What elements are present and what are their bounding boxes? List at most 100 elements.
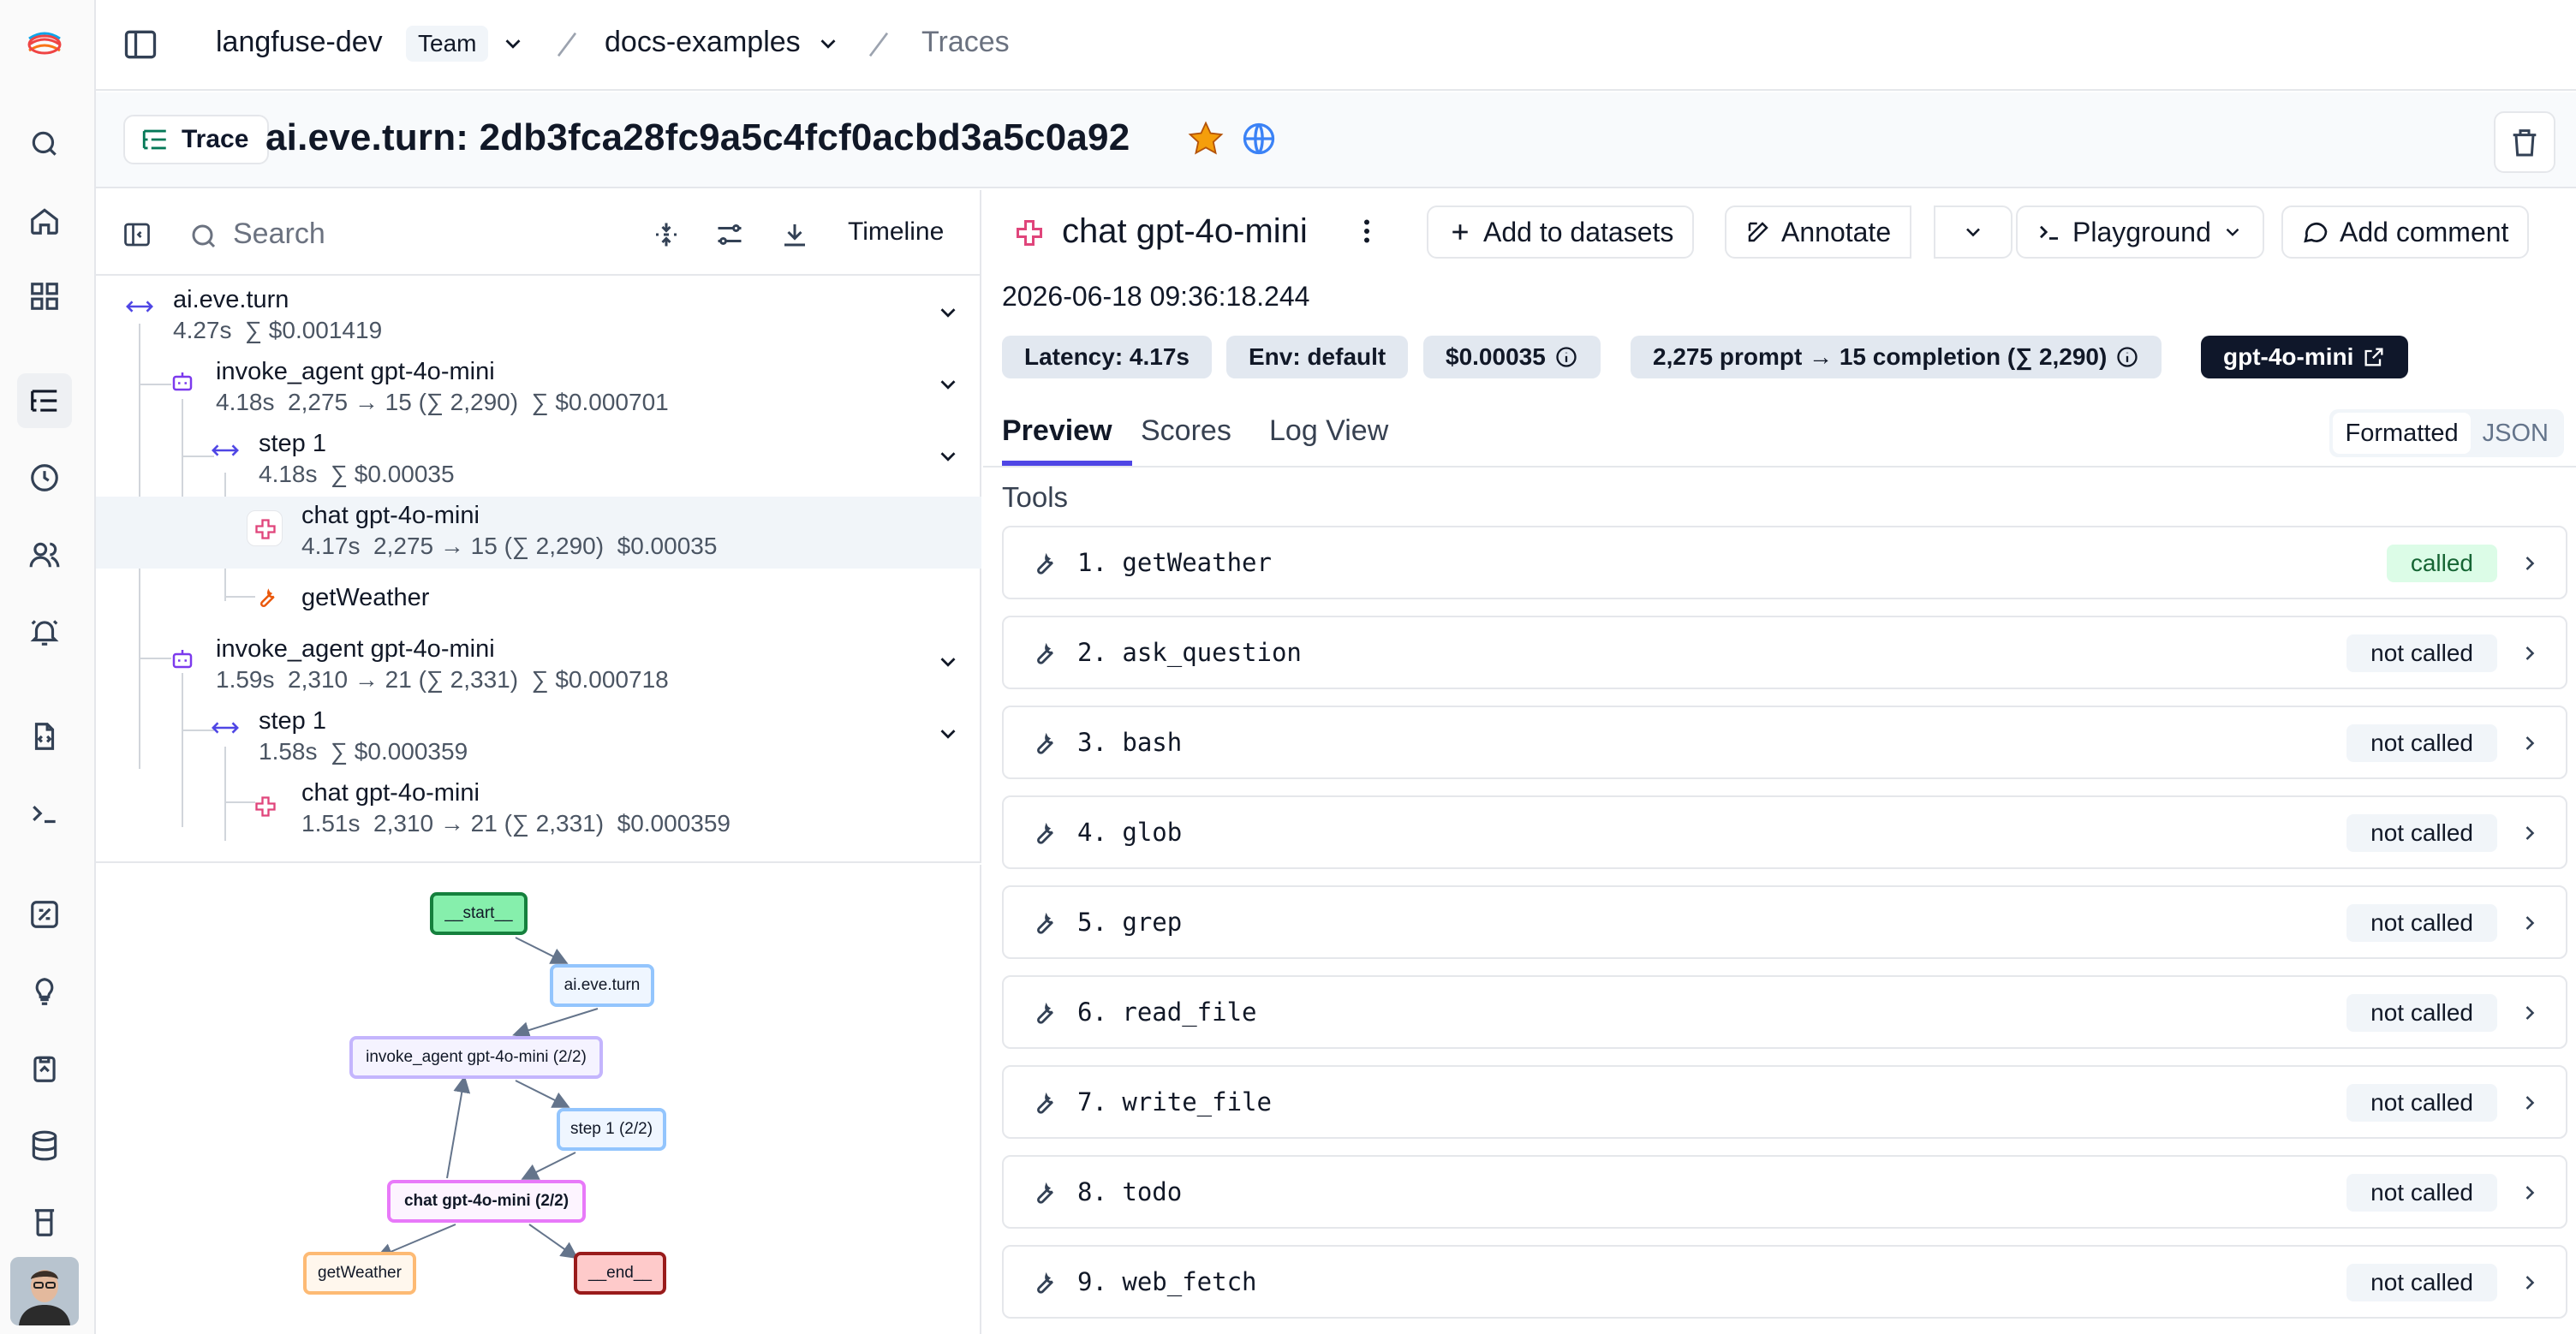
trace-tree-panel: Search Timeline ai.eve.turn 4.27s ∑ $0.0… — [96, 190, 981, 863]
observation-title: chat gpt-4o-mini — [1062, 212, 1308, 250]
tree-node-meta: 1.59s 2,310 → 21 (∑ 2,331) ∑ $0.000718 — [216, 666, 669, 693]
tree-node-name: step 1 — [259, 707, 326, 735]
tree-search-input[interactable]: Search — [233, 217, 325, 251]
download-icon[interactable] — [779, 219, 810, 250]
datasets-database-icon[interactable] — [17, 1118, 72, 1173]
tree-node-step[interactable]: step 1 1.58s ∑ $0.000359 — [96, 702, 981, 774]
globe-public-icon[interactable] — [1240, 120, 1278, 158]
latency-value: Latency: 4.17s — [1024, 343, 1190, 370]
more-vertical-icon[interactable] — [1351, 216, 1382, 247]
star-icon[interactable] — [1187, 120, 1225, 158]
chevron-right-icon[interactable] — [2518, 641, 2542, 665]
chevron-right-icon[interactable] — [2518, 911, 2542, 935]
tracing-icon[interactable] — [17, 373, 72, 428]
active-tab-indicator — [1002, 461, 1132, 466]
graph-node-end[interactable]: __end__ — [574, 1252, 666, 1295]
tree-node-name: chat gpt-4o-mini — [301, 779, 480, 807]
tree-node-meta: 4.18s 2,275 → 15 (∑ 2,290) ∑ $0.000701 — [216, 389, 669, 415]
annotation-clipboard-icon[interactable] — [17, 1041, 72, 1096]
playground-label: Playground — [2072, 216, 2211, 247]
chevron-right-icon[interactable] — [2518, 1001, 2542, 1025]
breadcrumb-page[interactable]: Traces — [921, 26, 1010, 59]
collapse-all-icon[interactable] — [651, 219, 682, 250]
cost-badge[interactable]: $0.00035 — [1423, 336, 1601, 378]
graph-node-chat[interactable]: chat gpt-4o-mini (2/2) — [387, 1180, 586, 1223]
model-badge[interactable]: gpt-4o-mini — [2201, 336, 2409, 378]
tools-section-label: Tools — [1002, 481, 1069, 513]
tree-node-step[interactable]: step 1 4.18s ∑ $0.00035 — [96, 425, 981, 497]
add-comment-button[interactable]: Add comment — [2281, 205, 2530, 259]
annotate-dropdown-button[interactable] — [1934, 205, 2012, 259]
team-badge: Team — [406, 26, 489, 62]
chevron-right-icon[interactable] — [2518, 1091, 2542, 1115]
experiments-beaker-icon[interactable] — [17, 1195, 72, 1250]
dashboards-icon[interactable] — [17, 269, 72, 324]
tool-row[interactable]: 7. write_file not called — [1002, 1065, 2567, 1139]
tree-node-agent[interactable]: invoke_agent gpt-4o-mini 4.18s 2,275 → 1… — [96, 353, 981, 425]
wrench-icon — [1029, 1267, 1058, 1296]
view-formatted-option[interactable]: Formatted — [2333, 413, 2471, 454]
tree-node-meta: 1.58s ∑ $0.000359 — [259, 738, 468, 765]
users-icon[interactable] — [17, 527, 72, 582]
annotate-button[interactable]: Annotate — [1725, 205, 1912, 259]
sidebar-toggle-icon[interactable] — [122, 26, 159, 63]
delete-trace-button[interactable] — [2494, 111, 2555, 173]
settings-sliders-icon[interactable] — [714, 219, 745, 250]
tree-node-generation-selected[interactable]: chat gpt-4o-mini 4.17s 2,275 → 15 (∑ 2,2… — [96, 497, 981, 569]
chevron-right-icon[interactable] — [2518, 821, 2542, 845]
add-to-datasets-button[interactable]: Add to datasets — [1427, 205, 1695, 259]
tab-preview[interactable]: Preview — [1002, 414, 1112, 448]
sessions-clock-icon[interactable] — [17, 450, 72, 505]
chevron-right-icon[interactable] — [2518, 551, 2542, 575]
tool-row[interactable]: 4. glob not called — [1002, 795, 2567, 869]
tool-row[interactable]: 9. web_fetch not called — [1002, 1245, 2567, 1319]
tab-scores[interactable]: Scores — [1141, 414, 1231, 448]
view-json-option[interactable]: JSON — [2471, 413, 2561, 454]
tree-node-generation[interactable]: chat gpt-4o-mini 1.51s 2,310 → 21 (∑ 2,3… — [96, 774, 981, 846]
tree-node-agent[interactable]: invoke_agent gpt-4o-mini 1.59s 2,310 → 2… — [96, 630, 981, 702]
wrench-icon — [1029, 1087, 1058, 1117]
tool-row[interactable]: 8. todo not called — [1002, 1155, 2567, 1229]
langfuse-logo-icon[interactable] — [17, 17, 72, 72]
graph-node-agent[interactable]: invoke_agent gpt-4o-mini (2/2) — [349, 1036, 603, 1079]
chevron-right-icon[interactable] — [2518, 1271, 2542, 1295]
tool-name: 5. grep — [1077, 908, 1183, 937]
tool-row[interactable]: 1. getWeather called — [1002, 526, 2567, 599]
tool-name: 9. web_fetch — [1077, 1267, 1257, 1296]
project-chevron-down-icon[interactable] — [815, 31, 841, 57]
graph-node-start[interactable]: __start__ — [430, 892, 528, 935]
home-icon[interactable] — [17, 194, 72, 248]
lightbulb-icon[interactable] — [17, 964, 72, 1019]
prompts-file-code-icon[interactable] — [17, 709, 72, 764]
collapse-panel-icon[interactable] — [122, 219, 152, 250]
tool-row[interactable]: 2. ask_question not called — [1002, 616, 2567, 689]
tree-node-name: invoke_agent gpt-4o-mini — [216, 635, 495, 663]
graph-node-turn[interactable]: ai.eve.turn — [550, 964, 654, 1007]
breadcrumb-org[interactable]: langfuse-dev — [216, 26, 383, 59]
tab-log-view[interactable]: Log View — [1269, 414, 1388, 448]
breadcrumb-project[interactable]: docs-examples — [605, 26, 801, 59]
playground-button[interactable]: Playground — [2016, 205, 2264, 259]
chevron-right-icon[interactable] — [2518, 1181, 2542, 1205]
observation-timestamp: 2026-06-18 09:36:18.244 — [1002, 281, 1310, 312]
org-chevron-down-icon[interactable] — [500, 31, 526, 57]
playground-terminal-icon[interactable] — [17, 786, 72, 841]
tokens-badge[interactable]: 2,275 prompt → 15 completion (∑ 2,290) — [1631, 336, 2162, 378]
alerts-bell-icon[interactable] — [17, 604, 72, 659]
tree-node-tool[interactable]: getWeather — [96, 569, 981, 625]
tool-status-badge: not called — [2346, 634, 2497, 672]
chevron-right-icon[interactable] — [2518, 731, 2542, 755]
timeline-toggle[interactable]: Timeline — [848, 217, 944, 247]
chevron-down-icon — [940, 730, 956, 739]
graph-node-tool[interactable]: getWeather — [303, 1252, 416, 1295]
search-icon[interactable] — [17, 116, 72, 171]
tool-row[interactable]: 6. read_file not called — [1002, 975, 2567, 1049]
user-avatar[interactable] — [10, 1257, 79, 1325]
tool-row[interactable]: 3. bash not called — [1002, 706, 2567, 779]
graph-node-step[interactable]: step 1 (2/2) — [557, 1108, 666, 1151]
tool-status-badge: not called — [2346, 1174, 2497, 1212]
tool-row[interactable]: 5. grep not called — [1002, 885, 2567, 959]
external-link-icon — [2364, 348, 2383, 366]
evaluators-icon[interactable] — [17, 887, 72, 942]
tree-node-trace[interactable]: ai.eve.turn 4.27s ∑ $0.001419 — [96, 281, 981, 353]
